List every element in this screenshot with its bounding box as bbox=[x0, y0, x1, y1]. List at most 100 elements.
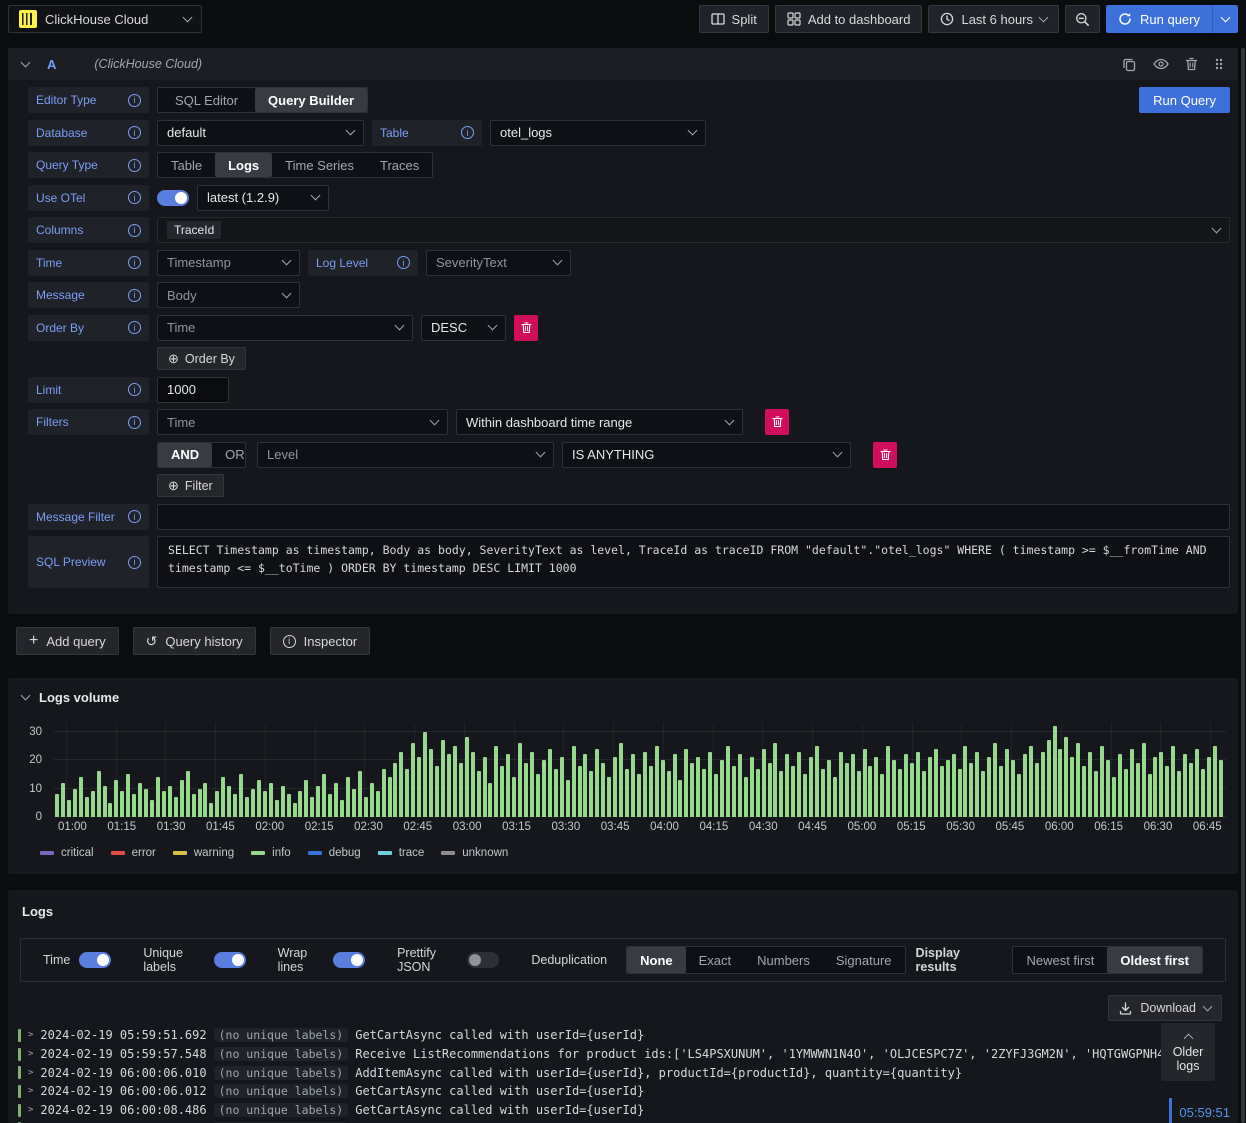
zoom-out-time-button[interactable] bbox=[1065, 5, 1101, 33]
log-level-select[interactable]: SeverityText bbox=[426, 249, 571, 276]
remove-order-by-button[interactable] bbox=[514, 314, 538, 341]
info-icon[interactable]: i bbox=[461, 126, 474, 139]
legend-item-critical[interactable]: critical bbox=[40, 847, 94, 859]
log-row[interactable]: >2024-02-19 05:59:57.548 (no unique label… bbox=[18, 1045, 1174, 1064]
table-select[interactable]: otel_logs bbox=[490, 119, 706, 146]
editor-type-sql-editor[interactable]: SQL Editor bbox=[158, 88, 255, 112]
page-scrollbar[interactable] bbox=[1241, 48, 1245, 1123]
wrap-lines-toggle[interactable] bbox=[333, 952, 366, 968]
split-button[interactable]: Split bbox=[698, 5, 769, 33]
volume-bar bbox=[1058, 748, 1063, 817]
add-to-dashboard-button[interactable]: Add to dashboard bbox=[774, 5, 923, 33]
volume-bar bbox=[892, 760, 897, 817]
older-logs-button[interactable]: Older logs bbox=[1161, 1023, 1215, 1081]
dedup-exact[interactable]: Exact bbox=[686, 947, 745, 973]
query-type-time-series[interactable]: Time Series bbox=[272, 153, 367, 177]
info-icon[interactable]: i bbox=[128, 415, 141, 429]
editor-type-query-builder[interactable]: Query Builder bbox=[255, 88, 367, 112]
time-toggle[interactable] bbox=[79, 952, 112, 968]
log-expand-caret[interactable]: > bbox=[28, 1049, 33, 1059]
display-newest-first[interactable]: Newest first bbox=[1013, 947, 1107, 973]
hide-response-eye-icon[interactable] bbox=[1153, 58, 1169, 70]
info-icon[interactable]: i bbox=[128, 510, 141, 523]
unique-labels-toggle[interactable] bbox=[213, 952, 246, 968]
remove-query-trash-icon[interactable] bbox=[1185, 57, 1198, 71]
info-icon[interactable]: i bbox=[128, 383, 141, 396]
query-type-logs[interactable]: Logs bbox=[215, 153, 273, 177]
filter-logic-or[interactable]: OR bbox=[212, 443, 258, 467]
log-row[interactable]: >2024-02-19 06:00:06.010 (no unique label… bbox=[18, 1063, 1174, 1082]
drag-handle-icon[interactable] bbox=[1214, 57, 1224, 71]
query-type-traces[interactable]: Traces bbox=[367, 153, 432, 177]
otel-version-select[interactable]: latest (1.2.9) bbox=[197, 184, 329, 211]
run-query-button[interactable]: Run query bbox=[1106, 5, 1212, 33]
remove-filter2-button[interactable] bbox=[873, 441, 897, 468]
dedup-signature[interactable]: Signature bbox=[823, 947, 905, 973]
filter2-operator-select[interactable]: IS ANYTHING bbox=[562, 441, 851, 468]
time-range-picker[interactable]: Last 6 hours bbox=[928, 5, 1060, 33]
log-expand-caret[interactable]: > bbox=[28, 1105, 33, 1115]
legend-item-error[interactable]: error bbox=[110, 847, 156, 859]
datasource-picker[interactable]: ClickHouse Cloud bbox=[8, 5, 202, 33]
dedup-numbers[interactable]: Numbers bbox=[744, 947, 823, 973]
add-order-by-button[interactable]: ⊕ Order By bbox=[157, 347, 246, 370]
add-query-button[interactable]: + Add query bbox=[16, 627, 119, 655]
download-button[interactable]: Download bbox=[1108, 995, 1222, 1021]
log-expand-caret[interactable]: > bbox=[28, 1068, 33, 1078]
volume-bar bbox=[630, 754, 635, 817]
info-icon[interactable]: i bbox=[128, 288, 141, 302]
order-by-direction-select[interactable]: DESC bbox=[421, 314, 506, 341]
database-select[interactable]: default bbox=[157, 119, 364, 146]
legend-item-unknown[interactable]: unknown bbox=[441, 847, 508, 859]
column-chip-traceid[interactable]: TraceId bbox=[167, 221, 222, 239]
query-row-header[interactable]: A (ClickHouse Cloud) bbox=[8, 48, 1238, 80]
prettify-json-toggle[interactable] bbox=[467, 952, 500, 968]
log-row[interactable]: >2024-02-19 06:00:06.012 (no unique label… bbox=[18, 1082, 1174, 1101]
info-icon[interactable]: i bbox=[128, 93, 141, 107]
legend-item-debug[interactable]: debug bbox=[307, 847, 361, 859]
query-type-table[interactable]: Table bbox=[158, 153, 215, 177]
volume-bar bbox=[250, 788, 255, 817]
limit-input[interactable]: 1000 bbox=[157, 376, 229, 403]
info-icon[interactable]: i bbox=[397, 256, 410, 269]
log-expand-caret[interactable]: > bbox=[28, 1086, 33, 1096]
info-icon[interactable]: i bbox=[128, 126, 141, 139]
legend-item-info[interactable]: info bbox=[251, 847, 291, 859]
message-filter-input[interactable] bbox=[157, 503, 1230, 530]
info-icon[interactable]: i bbox=[128, 191, 141, 204]
run-query-panel-button[interactable]: Run Query bbox=[1139, 87, 1230, 113]
info-icon[interactable]: i bbox=[128, 223, 141, 237]
remove-filter-button[interactable] bbox=[765, 409, 789, 435]
info-icon[interactable]: i bbox=[128, 158, 141, 172]
filter-logic-and[interactable]: AND bbox=[158, 442, 213, 467]
time-column-select[interactable]: Timestamp bbox=[157, 249, 300, 276]
add-filter-button[interactable]: ⊕ Filter bbox=[157, 474, 224, 497]
info-icon[interactable]: i bbox=[128, 256, 141, 269]
plot-area[interactable] bbox=[54, 723, 1226, 817]
legend-item-warning[interactable]: warning bbox=[172, 847, 234, 859]
log-expand-caret[interactable]: > bbox=[28, 1030, 33, 1040]
order-by-field-select[interactable]: Time bbox=[157, 314, 413, 341]
query-history-button[interactable]: ↺ Query history bbox=[132, 627, 256, 655]
log-row[interactable]: >2024-02-19 05:59:51.692 (no unique label… bbox=[18, 1026, 1174, 1045]
duplicate-query-icon[interactable] bbox=[1122, 57, 1137, 72]
display-oldest-first[interactable]: Oldest first bbox=[1107, 947, 1202, 973]
log-row[interactable]: >2024-02-19 06:00:08.486 (no unique label… bbox=[18, 1101, 1174, 1120]
use-otel-toggle[interactable] bbox=[157, 189, 189, 206]
info-icon[interactable]: i bbox=[128, 555, 141, 569]
inspector-button[interactable]: i Inspector bbox=[269, 627, 371, 655]
collapse-caret-icon[interactable] bbox=[20, 690, 31, 701]
message-column-select[interactable]: Body bbox=[157, 282, 300, 308]
filter-field-select[interactable]: Time bbox=[157, 409, 448, 435]
columns-multiselect[interactable]: TraceId bbox=[157, 217, 1230, 243]
log-row[interactable]: >2024-02-19 06:00:18.663(no unique label… bbox=[18, 1119, 1174, 1123]
dedup-none[interactable]: None bbox=[627, 947, 686, 973]
filter-operator-select[interactable]: Within dashboard time range bbox=[456, 409, 743, 435]
logs-volume-header[interactable]: Logs volume bbox=[8, 678, 1238, 705]
filter2-field-select[interactable]: Level bbox=[257, 441, 554, 468]
volume-bar bbox=[886, 745, 891, 817]
collapse-caret-icon[interactable] bbox=[20, 57, 31, 67]
legend-item-trace[interactable]: trace bbox=[377, 847, 424, 859]
run-query-dropdown[interactable] bbox=[1212, 5, 1238, 33]
info-icon[interactable]: i bbox=[128, 321, 141, 334]
